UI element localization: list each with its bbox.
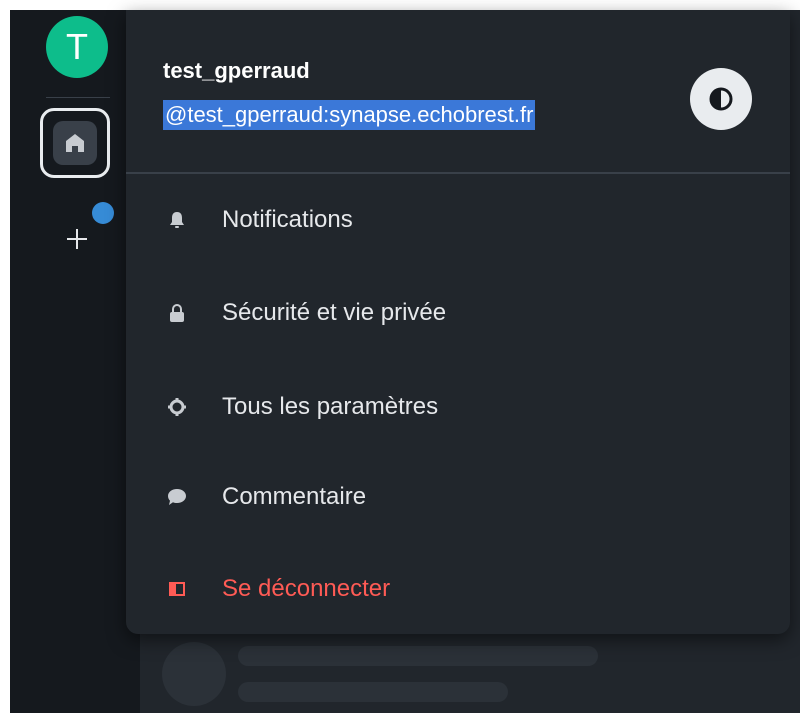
- avatar-initial: T: [66, 26, 88, 67]
- chat-bubble-icon: [166, 486, 188, 508]
- home-button[interactable]: [40, 108, 110, 178]
- create-space-button[interactable]: [62, 224, 92, 254]
- menu-item-label: Commentaire: [222, 483, 367, 510]
- menu-item-feedback[interactable]: Commentaire: [126, 467, 790, 527]
- contrast-icon: [709, 87, 733, 111]
- user-menu: test_gperraud @test_gperraud:synapse.ech…: [126, 10, 790, 634]
- menu-item-notifications[interactable]: Notifications: [126, 190, 790, 250]
- lock-icon: [166, 302, 188, 324]
- skeleton-line: [238, 646, 598, 666]
- gear-icon: [166, 396, 188, 418]
- menu-item-label: Sécurité et vie privée: [222, 299, 447, 326]
- space-bar-divider: [46, 97, 110, 98]
- menu-item-label: Notifications: [222, 206, 353, 233]
- app-window: T test_gperraud @test_gperraud:synapse.e…: [10, 10, 800, 713]
- space-bar: T: [10, 10, 140, 713]
- bell-icon: [166, 209, 188, 231]
- user-display-name: test_gperraud: [163, 58, 310, 83]
- notification-dot: [92, 202, 114, 224]
- menu-item-label: Tous les paramètres: [222, 393, 439, 420]
- plus-icon: [67, 229, 87, 249]
- skeleton-avatar: [162, 642, 226, 706]
- menu-item-label: Se déconnecter: [222, 575, 391, 602]
- menu-item-security-privacy[interactable]: Sécurité et vie privée: [126, 283, 790, 343]
- menu-item-all-settings[interactable]: Tous les paramètres: [126, 377, 790, 437]
- sign-out-icon: [166, 578, 188, 600]
- theme-toggle-button[interactable]: [690, 68, 752, 130]
- user-id[interactable]: @test_gperraud:synapse.echobrest.fr: [163, 100, 536, 130]
- user-avatar[interactable]: T: [46, 16, 108, 78]
- menu-item-sign-out[interactable]: Se déconnecter: [126, 559, 790, 619]
- home-icon: [66, 134, 84, 152]
- skeleton-line: [238, 682, 508, 702]
- home-button-inner: [53, 121, 97, 165]
- menu-divider: [126, 172, 790, 174]
